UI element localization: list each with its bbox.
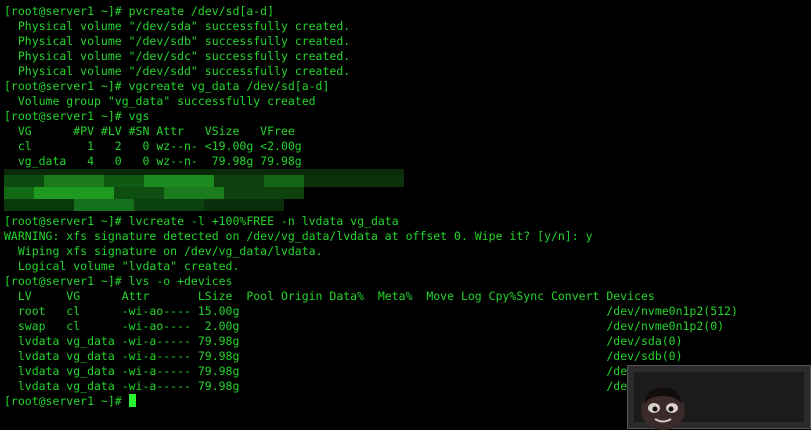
terminal-line: [root@server1 ~]# lvs -o +devices [4, 274, 233, 288]
terminal-line: Physical volume "/dev/sdc" successfully … [4, 49, 351, 63]
terminal-line: Physical volume "/dev/sda" successfully … [4, 19, 351, 33]
terminal-line: Wiping xfs signature on /dev/vg_data/lvd… [4, 244, 323, 258]
terminal-line: cl 1 2 0 wz--n- <19.00g <2.00g [4, 139, 302, 153]
terminal-line: vg_data 4 0 0 wz--n- 79.98g 79.98g [4, 154, 302, 168]
text-cursor [128, 394, 136, 407]
terminal-line: lvdata vg_data -wi-a----- 79.98g /dev/sd… [4, 349, 683, 363]
terminal-line: Volume group "vg_data" successfully crea… [4, 94, 316, 108]
watermark-overlay [627, 365, 811, 430]
cartoon-face-icon [641, 388, 685, 430]
terminal-line: lvdata vg_data -wi-a----- 79.98g /dev/sd… [4, 334, 683, 348]
terminal-line: Physical volume "/dev/sdd" successfully … [4, 64, 351, 78]
terminal-line: LV VG Attr LSize Pool Origin Data% Meta%… [4, 289, 655, 303]
terminal-line: WARNING: xfs signature detected on /dev/… [4, 229, 593, 243]
terminal-line: Logical volume "lvdata" created. [4, 259, 240, 273]
terminal-line: [root@server1 ~]# vgs [4, 109, 150, 123]
terminal-line: [root@server1 ~]# vgcreate vg_data /dev/… [4, 79, 330, 93]
terminal-line: VG #PV #LV #SN Attr VSize VFree [4, 124, 295, 138]
terminal-line: [root@server1 ~]# lvcreate -l +100%FREE … [4, 214, 399, 228]
pixelated-redaction [4, 169, 811, 214]
terminal-line: root cl -wi-ao---- 15.00g /dev/nvme0n1p2… [4, 304, 738, 318]
terminal-line: swap cl -wi-ao---- 2.00g /dev/nvme0n1p2(… [4, 319, 725, 333]
prompt-text: [root@server1 ~]# [4, 394, 129, 408]
terminal-line: Physical volume "/dev/sdb" successfully … [4, 34, 351, 48]
terminal-line: [root@server1 ~]# pvcreate /dev/sd[a-d] [4, 4, 275, 18]
terminal-output-top: [root@server1 ~]# pvcreate /dev/sd[a-d] … [4, 4, 811, 169]
